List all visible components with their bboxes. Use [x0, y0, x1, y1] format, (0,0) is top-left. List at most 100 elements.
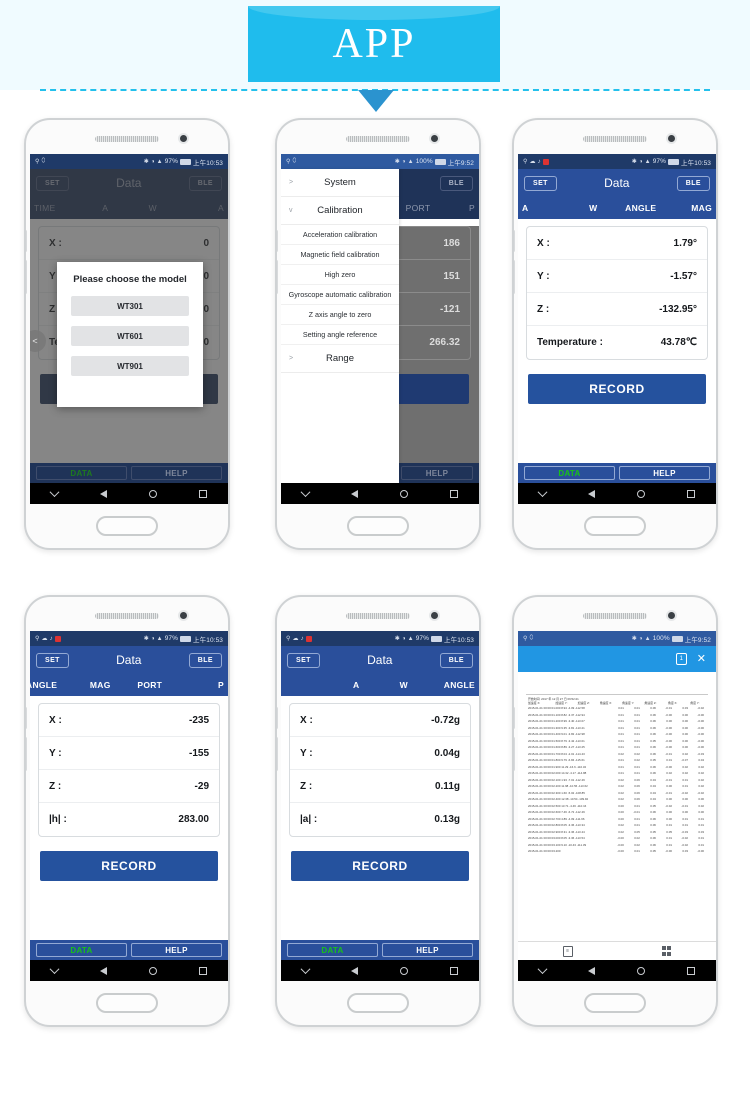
record-button[interactable]: RECORD	[528, 374, 706, 404]
log-value: 0.02	[698, 784, 704, 789]
pages-icon[interactable]: 1	[675, 653, 687, 665]
home-button[interactable]	[96, 993, 158, 1013]
help-button[interactable]: HELP	[131, 943, 222, 957]
tab-w[interactable]: W	[380, 680, 428, 690]
hide-nav-icon[interactable]	[537, 964, 548, 975]
tab-p[interactable]: P	[175, 680, 229, 690]
help-button[interactable]: HELP	[401, 466, 473, 480]
menu-item-magnetic-field-calibration[interactable]: Magnetic field calibration	[281, 245, 399, 265]
ble-button[interactable]: BLE	[188, 652, 222, 668]
model-option-wt301[interactable]: WT301	[71, 296, 189, 316]
hide-nav-icon[interactable]	[300, 964, 311, 975]
tab-angle[interactable]: ANGLE	[617, 203, 665, 213]
tab-a[interactable]: A	[518, 203, 570, 213]
location-icon: ⚲	[35, 159, 40, 165]
home-button[interactable]	[347, 516, 409, 536]
home-button[interactable]	[584, 993, 646, 1013]
set-button[interactable]: SET	[524, 175, 557, 191]
chevron-right-icon: >	[289, 355, 294, 362]
recents-nav-icon[interactable]	[687, 489, 695, 498]
record-button[interactable]: RECORD	[40, 851, 218, 881]
back-nav-icon[interactable]	[351, 489, 358, 498]
ble-button[interactable]: BLE	[676, 175, 710, 191]
help-button[interactable]: HELP	[382, 943, 473, 957]
grid-view-icon[interactable]	[661, 946, 672, 956]
close-icon[interactable]: ✕	[697, 653, 706, 665]
volume-up-button[interactable]	[514, 230, 515, 252]
menu-group-range[interactable]: > Range	[281, 345, 399, 373]
menu-item-setting-angle-reference[interactable]: Setting angle reference	[281, 325, 399, 345]
volume-up-button[interactable]	[277, 707, 278, 729]
tab-angle[interactable]: ANGLE	[428, 680, 480, 690]
home-nav-icon[interactable]	[400, 489, 408, 498]
model-option-wt901[interactable]: WT901	[71, 356, 189, 376]
status-right-icons: ✱ ◑ ▲ 97% 上午10:53	[395, 634, 474, 644]
tab-p[interactable]: P	[437, 203, 479, 213]
data-button[interactable]: DATA	[36, 943, 127, 957]
home-nav-icon[interactable]	[637, 489, 645, 498]
bottom-bar: DATA HELP	[30, 463, 228, 483]
tab-mag[interactable]: MAG	[76, 680, 126, 690]
app-badge-icon	[542, 158, 549, 165]
tab-w[interactable]: W	[570, 203, 618, 213]
home-nav-icon[interactable]	[149, 489, 157, 498]
data-button[interactable]: DATA	[287, 943, 378, 957]
list-view-icon[interactable]: ≡	[562, 945, 573, 957]
tab-mag[interactable]: MAG	[665, 203, 717, 213]
data-button[interactable]: DATA	[524, 466, 615, 480]
back-nav-icon[interactable]	[588, 966, 595, 975]
tab-port[interactable]: PORT	[125, 680, 175, 690]
log-value: 0.01	[634, 745, 640, 750]
ble-button[interactable]: BLE	[439, 652, 473, 668]
tab-a[interactable]: A	[333, 680, 381, 690]
volume-down-button[interactable]	[514, 737, 515, 771]
menu-item-z-axis-angle-to-zero[interactable]: Z axis angle to zero	[281, 305, 399, 325]
hide-nav-icon[interactable]	[300, 487, 311, 498]
recents-nav-icon[interactable]	[199, 966, 207, 975]
recents-nav-icon[interactable]	[450, 489, 458, 498]
help-button[interactable]: HELP	[619, 466, 710, 480]
home-button[interactable]	[96, 516, 158, 536]
home-button[interactable]	[584, 516, 646, 536]
tab-port[interactable]: PORT	[399, 203, 437, 213]
set-button[interactable]: SET	[287, 652, 320, 668]
home-button[interactable]	[347, 993, 409, 1013]
help-button[interactable]: HELP	[131, 466, 222, 480]
home-nav-icon[interactable]	[149, 966, 157, 975]
hide-nav-icon[interactable]	[49, 964, 60, 975]
volume-up-button[interactable]	[26, 707, 27, 729]
file-viewer-body[interactable]: 开始时间: 2017 年 12 月 27 日 09:52:21 加速度 X: 加…	[518, 672, 716, 941]
record-button[interactable]: RECORD	[291, 851, 469, 881]
menu-item-high-zero[interactable]: High zero	[281, 265, 399, 285]
ble-button[interactable]: BLE	[439, 175, 473, 191]
tab-angle[interactable]: ANGLE	[30, 680, 76, 690]
log-timestamp: 2015-01-01 00:00:02.400 12.38 -10.54 -10…	[528, 797, 589, 802]
volume-up-button[interactable]	[26, 230, 27, 252]
wifi-icon: ▲	[644, 158, 651, 165]
volume-down-button[interactable]	[277, 260, 278, 294]
back-nav-icon[interactable]	[351, 966, 358, 975]
volume-down-button[interactable]	[277, 737, 278, 771]
back-nav-icon[interactable]	[588, 489, 595, 498]
volume-down-button[interactable]	[26, 260, 27, 294]
menu-group-system[interactable]: > System	[281, 169, 399, 197]
home-nav-icon[interactable]	[637, 966, 645, 975]
volume-down-button[interactable]	[26, 737, 27, 771]
recents-nav-icon[interactable]	[450, 966, 458, 975]
data-button[interactable]: DATA	[36, 466, 127, 480]
recents-nav-icon[interactable]	[199, 489, 207, 498]
back-nav-icon[interactable]	[100, 966, 107, 975]
model-option-wt601[interactable]: WT601	[71, 326, 189, 346]
set-button[interactable]: SET	[36, 652, 69, 668]
back-nav-icon[interactable]	[100, 489, 107, 498]
volume-up-button[interactable]	[514, 707, 515, 729]
hide-nav-icon[interactable]	[537, 487, 548, 498]
volume-down-button[interactable]	[514, 260, 515, 294]
volume-up-button[interactable]	[277, 230, 278, 252]
home-nav-icon[interactable]	[400, 966, 408, 975]
menu-item-gyroscope-automatic-calibration[interactable]: Gyroscope automatic calibration	[281, 285, 399, 305]
menu-item-acceleration-calibration[interactable]: Acceleration calibration	[281, 225, 399, 245]
recents-nav-icon[interactable]	[687, 966, 695, 975]
hide-nav-icon[interactable]	[49, 487, 60, 498]
menu-group-calibration[interactable]: v Calibration	[281, 197, 399, 225]
